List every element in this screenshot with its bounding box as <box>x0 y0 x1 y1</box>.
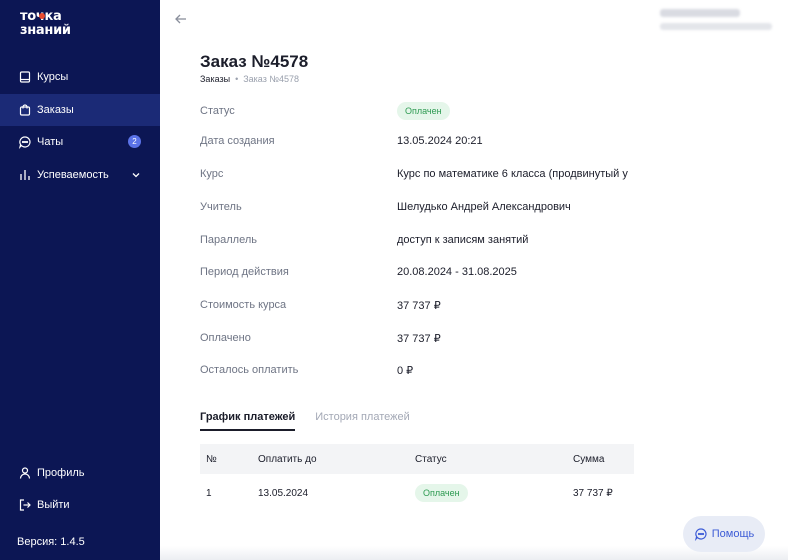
table-header: № Оплатить до Статус Сумма <box>200 444 634 474</box>
detail-label: Статус <box>200 105 235 117</box>
detail-label: Период действия <box>200 266 289 278</box>
breadcrumb-separator: • <box>235 74 239 84</box>
status-badge: Оплачен <box>415 484 468 502</box>
tab-payment-history[interactable]: История платежей <box>315 411 410 431</box>
sidebar: точка знаний Курсы Заказы Чаты 2 Успевае… <box>0 0 160 560</box>
brand-logo[interactable]: точка знаний <box>20 10 86 37</box>
detail-value: Оплачен <box>397 102 634 120</box>
chevron-down-icon[interactable] <box>130 169 142 181</box>
sidebar-item-courses[interactable]: Курсы <box>0 61 160 93</box>
detail-label: Курс <box>200 168 224 180</box>
sidebar-item-label: Профиль <box>37 467 85 479</box>
help-button[interactable]: Помощь <box>683 516 765 552</box>
detail-row-remaining: Осталось оплатить 0 ₽ <box>200 362 634 378</box>
page-title: Заказ №4578 <box>200 52 309 71</box>
book-icon <box>18 70 32 84</box>
cell-due-date: 13.05.2024 <box>258 487 309 499</box>
detail-value: 20.08.2024 - 31.08.2025 <box>397 266 517 278</box>
sidebar-item-chats[interactable]: Чаты 2 <box>0 126 160 158</box>
payments-tabs: График платежей История платежей <box>200 411 430 431</box>
breadcrumb: Заказы • Заказ №4578 <box>200 74 299 84</box>
detail-value: Шелудько Андрей Александрович <box>397 201 571 213</box>
sidebar-item-label: Успеваемость <box>37 169 109 181</box>
detail-row-paid: Оплачено 37 737 ₽ <box>200 330 634 346</box>
user-name-redacted <box>660 9 740 17</box>
detail-value: 0 ₽ <box>397 364 414 377</box>
detail-label: Стоимость курса <box>200 299 287 311</box>
detail-value: Курс по математике 6 класса (продвинутый… <box>397 168 628 180</box>
breadcrumb-root[interactable]: Заказы <box>200 74 230 84</box>
sidebar-item-label: Чаты <box>37 136 64 148</box>
sidebar-item-progress[interactable]: Успеваемость <box>0 159 160 191</box>
detail-row-parallel: Параллель доступ к записям занятий <box>200 232 634 248</box>
logout-icon <box>18 498 32 512</box>
table-row: 1 13.05.2024 Оплачен 37 737 ₽ <box>200 478 634 508</box>
detail-value: 13.05.2024 20:21 <box>397 135 483 147</box>
cell-amount: 37 737 ₽ <box>573 487 613 499</box>
logo-dot <box>39 13 45 19</box>
logo-line1: точка <box>20 10 86 23</box>
sidebar-item-label: Курсы <box>37 71 69 83</box>
detail-value: доступ к записям занятий <box>397 234 529 246</box>
sidebar-item-label: Выйти <box>37 499 70 511</box>
user-icon <box>18 466 32 480</box>
column-header-status: Статус <box>415 453 447 465</box>
sidebar-item-label: Заказы <box>37 104 74 116</box>
detail-row-created: Дата создания 13.05.2024 20:21 <box>200 133 634 149</box>
user-email-redacted <box>660 23 772 30</box>
detail-label: Параллель <box>200 234 257 246</box>
logo-line2: знаний <box>20 23 71 38</box>
detail-row-cost: Стоимость курса 37 737 ₽ <box>200 297 634 313</box>
detail-value: 37 737 ₽ <box>397 299 441 312</box>
help-label: Помощь <box>711 528 755 540</box>
sidebar-item-orders[interactable]: Заказы <box>0 94 160 126</box>
cell-number: 1 <box>206 487 212 499</box>
bar-chart-icon <box>18 168 32 182</box>
detail-label: Дата создания <box>200 135 275 147</box>
detail-row-period: Период действия 20.08.2024 - 31.08.2025 <box>200 264 634 280</box>
column-header-due-date: Оплатить до <box>258 453 317 465</box>
unread-count-badge: 2 <box>128 135 141 148</box>
breadcrumb-current: Заказ №4578 <box>243 74 300 84</box>
chat-bubble-icon <box>18 135 32 149</box>
detail-value: 37 737 ₽ <box>397 332 441 345</box>
chat-bubble-icon <box>694 528 707 541</box>
cell-status: Оплачен <box>415 478 468 508</box>
detail-label: Учитель <box>200 201 242 213</box>
app-version: Версия: 1.4.5 <box>17 536 85 548</box>
tab-payment-schedule[interactable]: График платежей <box>200 411 296 431</box>
back-arrow-icon[interactable] <box>174 12 188 26</box>
column-header-number: № <box>206 453 217 465</box>
sidebar-item-profile[interactable]: Профиль <box>0 457 160 489</box>
detail-row-course: Курс Курс по математике 6 класса (продви… <box>200 166 634 182</box>
sidebar-item-logout[interactable]: Выйти <box>0 489 160 521</box>
detail-row-teacher: Учитель Шелудько Андрей Александрович <box>200 199 634 215</box>
column-header-amount: Сумма <box>573 453 605 465</box>
detail-row-status: Статус Оплачен <box>200 102 634 120</box>
detail-label: Осталось оплатить <box>200 364 299 376</box>
user-info-blurred[interactable] <box>660 9 772 30</box>
shopping-bag-icon <box>18 103 32 117</box>
detail-label: Оплачено <box>200 332 251 344</box>
status-badge: Оплачен <box>397 102 450 120</box>
